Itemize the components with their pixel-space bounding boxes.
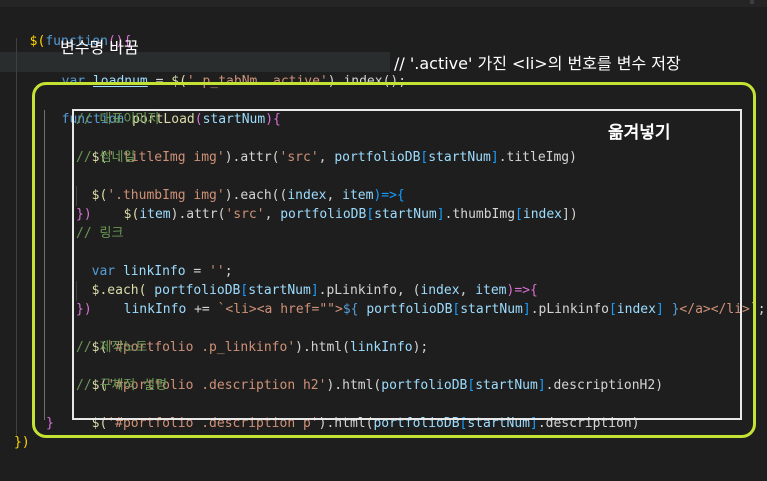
- code-line[interactable]: }): [14, 433, 30, 452]
- annotation-index-note: // '.active' 가진 <li>의 번호를 변수 저장: [394, 54, 681, 73]
- code-token: ;: [757, 302, 766, 317]
- scroll-indicator: [750, 0, 754, 4]
- moved-code-highlight-box: [72, 109, 742, 420]
- code-line[interactable]: $(function(){: [14, 13, 132, 49]
- code-token: $(: [29, 34, 46, 49]
- editor-tab-strip: [0, 0, 767, 7]
- indent-guide: [16, 38, 17, 436]
- code-line[interactable]: var loadnum = $('.p_tabNm .active').inde…: [46, 53, 406, 89]
